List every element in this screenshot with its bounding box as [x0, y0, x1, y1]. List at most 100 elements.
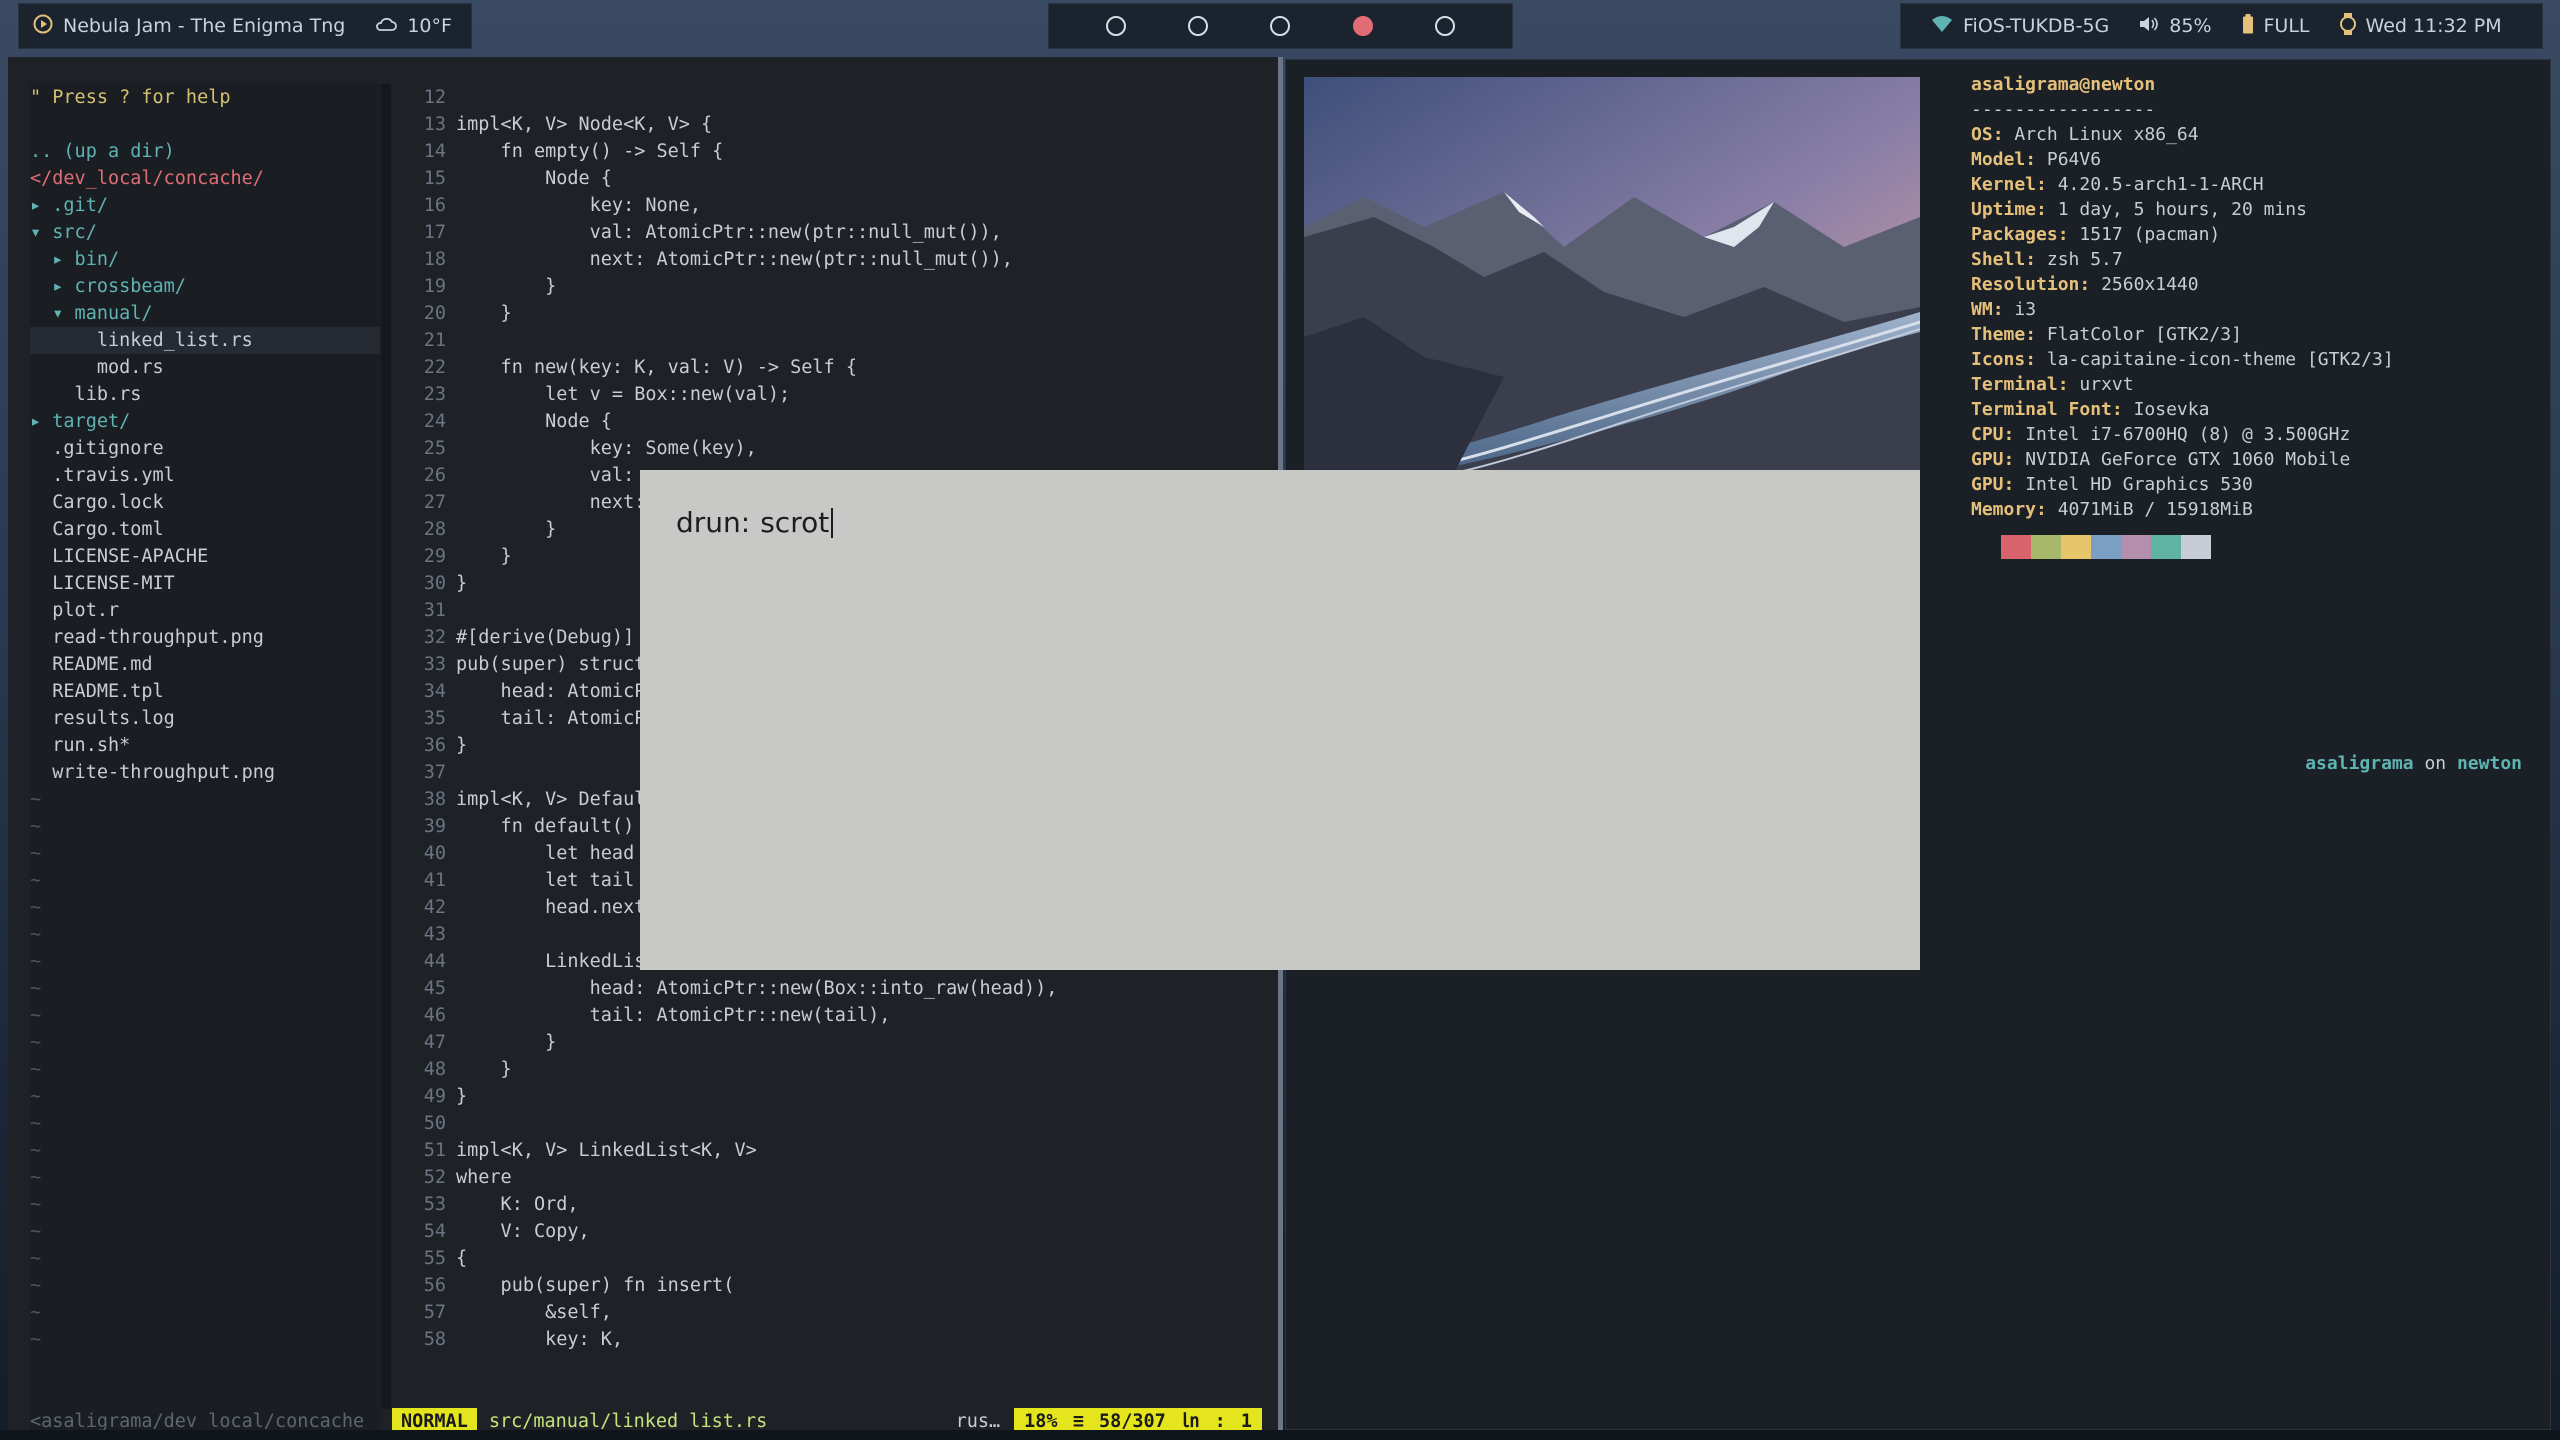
code-text: } [456, 573, 468, 594]
info-row: OS: Arch Linux x86_64 [1971, 124, 2199, 145]
tree-file-item[interactable]: README.tpl [30, 678, 380, 705]
line-number: 38 [423, 789, 446, 810]
tree-dir-item[interactable]: ▾ src/ [30, 219, 380, 246]
shell-prompt[interactable]: asaligrama on newton [2305, 753, 2522, 774]
code-text: let tail [456, 870, 635, 891]
tree-file-item[interactable]: LICENSE-MIT [30, 570, 380, 597]
color-swatch [2181, 535, 2211, 559]
tree-file-item[interactable]: lib.rs [30, 381, 380, 408]
code-line[interactable]: 15 Node { [392, 165, 1272, 192]
code-line[interactable]: 12 [392, 84, 1272, 111]
tree-empty-line: ~ [30, 1329, 42, 1350]
split-separator[interactable] [381, 84, 391, 1409]
tree-dir-item[interactable]: ▸ target/ [30, 408, 380, 435]
rofi-launcher[interactable]: drun: scrot [640, 470, 1920, 970]
tree-file-item[interactable]: plot.r [30, 597, 380, 624]
code-line[interactable]: 16 key: None, [392, 192, 1272, 219]
tree-file-item[interactable]: linked_list.rs [30, 327, 380, 354]
code-text: } [456, 303, 512, 324]
code-text: fn new(key: K, val: V) -> Self { [456, 357, 857, 378]
code-line[interactable]: 21 [392, 327, 1272, 354]
tree-help-hint: " Press ? for help [30, 87, 231, 108]
rofi-search-input[interactable]: scrot [760, 506, 829, 539]
tree-file-item[interactable]: .gitignore [30, 435, 380, 462]
code-line[interactable]: 53 K: Ord, [392, 1191, 1272, 1218]
code-text: K: Ord, [456, 1194, 579, 1215]
code-line[interactable]: 51 impl<K, V> LinkedList<K, V> [392, 1137, 1272, 1164]
tree-empty-line: ~ [30, 1275, 42, 1296]
workspace-3[interactable] [1270, 16, 1291, 36]
tree-file-item[interactable]: results.log [30, 705, 380, 732]
code-line[interactable]: 52 where [392, 1164, 1272, 1191]
code-text: } [456, 1032, 557, 1053]
info-row: Packages: 1517 (pacman) [1971, 224, 2221, 245]
code-line[interactable]: 56 pub(super) fn insert( [392, 1272, 1272, 1299]
code-line[interactable]: 49} [392, 1083, 1272, 1110]
code-text: let v = Box::new(val); [456, 384, 791, 405]
clock-widget: Wed 11:32 PM [2339, 12, 2502, 40]
tree-file-item[interactable]: .travis.yml [30, 462, 380, 489]
line-number: 14 [423, 141, 446, 162]
tree-file-item[interactable]: read-throughput.png [30, 624, 380, 651]
info-key: Terminal Font [1971, 399, 2112, 420]
line-number: 52 [423, 1167, 446, 1188]
code-line[interactable]: 55 { [392, 1245, 1272, 1272]
line-number: 35 [423, 708, 446, 729]
code-line[interactable]: 48 } [392, 1056, 1272, 1083]
code-line[interactable]: 23 let v = Box::new(val); [392, 381, 1272, 408]
code-line[interactable]: 19 } [392, 273, 1272, 300]
code-line[interactable]: 25 key: Some(key), [392, 435, 1272, 462]
info-row: GPU: NVIDIA GeForce GTX 1060 Mobile [1971, 449, 2351, 470]
code-line[interactable]: 50 [392, 1110, 1272, 1137]
code-line[interactable]: 13 impl<K, V> Node<K, V> { [392, 111, 1272, 138]
code-text: fn default() [456, 816, 635, 837]
code-line[interactable]: 45 head: AtomicPtr::new(Box::into_raw(he… [392, 975, 1272, 1002]
tree-file-item[interactable]: write-throughput.png [30, 759, 380, 786]
info-value: 1 day, 5 hours, 20 mins [2057, 199, 2307, 220]
code-line[interactable]: 24 Node { [392, 408, 1272, 435]
info-row: Theme: FlatColor [GTK2/3] [1971, 324, 2242, 345]
volume-widget[interactable]: 85% [2139, 15, 2212, 38]
code-line[interactable]: 47 } [392, 1029, 1272, 1056]
tree-dir-item[interactable]: ▸ crossbeam/ [30, 273, 380, 300]
tree-file-item[interactable]: LICENSE-APACHE [30, 543, 380, 570]
code-line[interactable]: 54 V: Copy, [392, 1218, 1272, 1245]
tree-file-item[interactable]: run.sh* [30, 732, 380, 759]
code-line[interactable]: 17 val: AtomicPtr::new(ptr::null_mut()), [392, 219, 1272, 246]
code-line[interactable]: 57 &self, [392, 1299, 1272, 1326]
color-swatch [2091, 535, 2121, 559]
info-value: FlatColor [GTK2/3] [2046, 324, 2242, 345]
line-number: 26 [423, 465, 446, 486]
code-text: impl<K, V> Defaul [456, 789, 646, 810]
code-line[interactable]: 18 next: AtomicPtr::new(ptr::null_mut())… [392, 246, 1272, 273]
code-line[interactable]: 58 key: K, [392, 1326, 1272, 1353]
code-line[interactable]: 14 fn empty() -> Self { [392, 138, 1272, 165]
rofi-input-line[interactable]: drun: scrot [676, 506, 834, 539]
tree-up-dir[interactable]: .. (up a dir) [30, 138, 380, 165]
info-key: Theme [1971, 324, 2026, 345]
info-row: Shell: zsh 5.7 [1971, 249, 2123, 270]
tree-file-item[interactable]: Cargo.lock [30, 489, 380, 516]
workspace-1[interactable] [1106, 16, 1127, 36]
tree-dir-item[interactable]: ▸ .git/ [30, 192, 380, 219]
tree-empty-line: ~ [30, 1005, 42, 1026]
player-widget[interactable]: Nebula Jam - The Enigma Tng [33, 14, 345, 39]
code-line[interactable]: 20 } [392, 300, 1272, 327]
tree-empty-line: ~ [30, 1167, 42, 1188]
code-line[interactable]: 46 tail: AtomicPtr::new(tail), [392, 1002, 1272, 1029]
code-line[interactable]: 22 fn new(key: K, val: V) -> Self { [392, 354, 1272, 381]
tree-file-item[interactable]: README.md [30, 651, 380, 678]
tree-dir-item[interactable]: ▾ manual/ [30, 300, 380, 327]
tree-file-item[interactable]: Cargo.toml [30, 516, 380, 543]
info-value: 4.20.5-arch1-1-ARCH [2057, 174, 2264, 195]
line-number: 25 [423, 438, 446, 459]
info-key: Resolution [1971, 274, 2080, 295]
tree-file-item[interactable]: mod.rs [30, 354, 380, 381]
workspace-5[interactable] [1434, 16, 1455, 36]
workspace-4-active[interactable] [1352, 16, 1373, 36]
tree-dir-item[interactable]: ▸ bin/ [30, 246, 380, 273]
nerdtree-panel[interactable]: " Press ? for help .. (up a dir) </dev_l… [30, 84, 380, 1409]
player-track: Nebula Jam - The Enigma Tng [63, 15, 346, 37]
wifi-widget[interactable]: FiOS-TUKDB-5G [1931, 15, 2109, 38]
workspace-2[interactable] [1188, 16, 1209, 36]
